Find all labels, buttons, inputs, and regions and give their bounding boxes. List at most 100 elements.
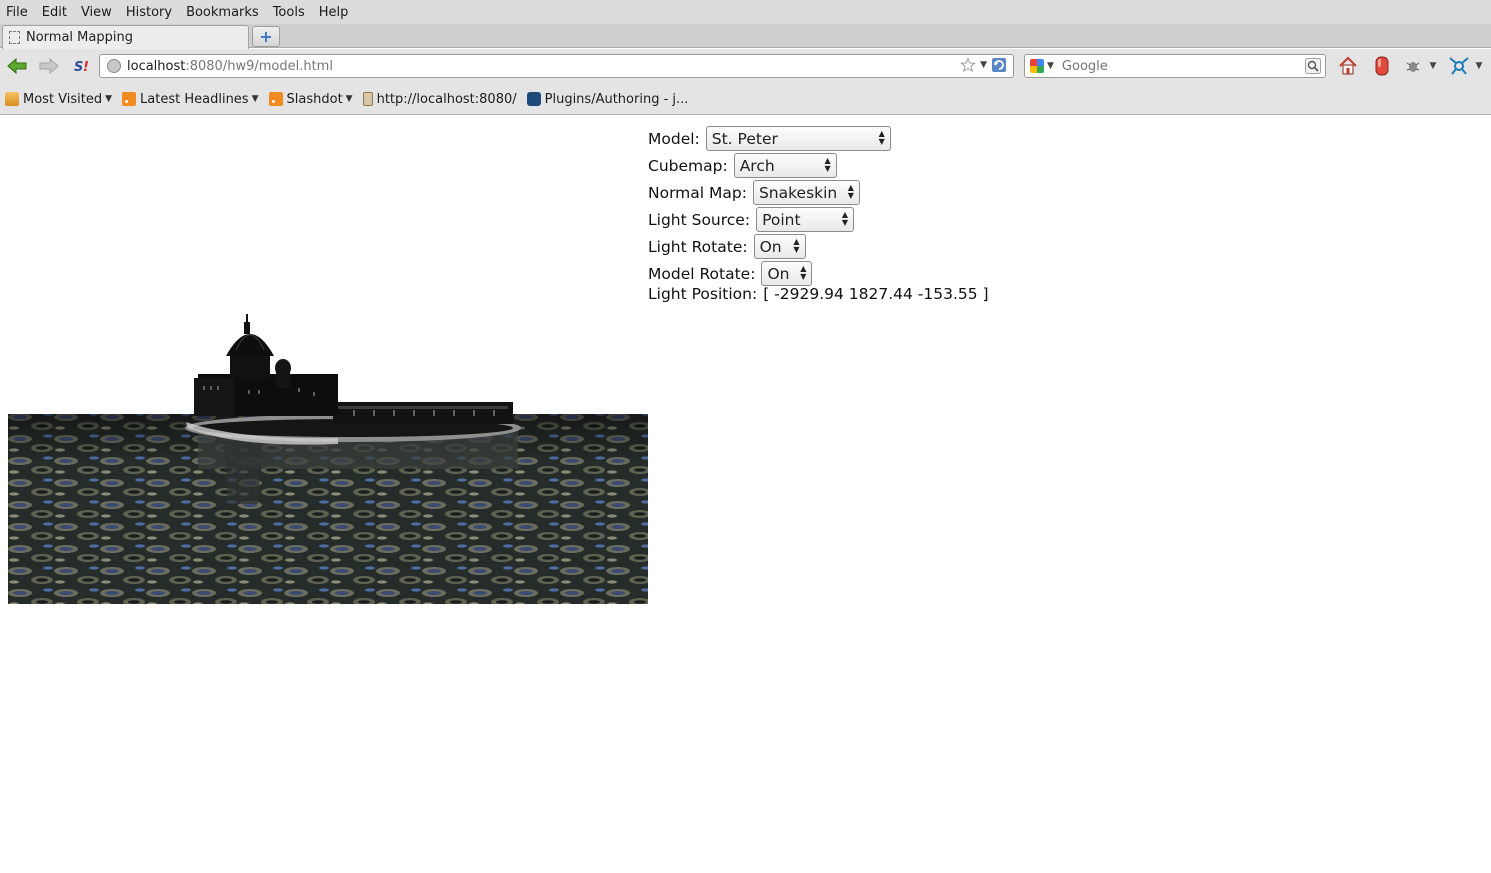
- normal-map-value: Snakeskin: [758, 183, 838, 202]
- blender-icon: [526, 92, 541, 106]
- model-row: Model: St. Peter ▲ ▼: [648, 125, 989, 152]
- cubemap-label: Cubemap:: [648, 156, 728, 175]
- light-source-value: Point: [762, 210, 801, 229]
- tab-strip: Normal Mapping +: [0, 24, 1491, 49]
- light-rotate-value: On: [759, 237, 782, 256]
- light-position-value: [ -2929.94 1827.44 -153.55 ]: [763, 285, 989, 303]
- menu-bar: File Edit View History Bookmarks Tools H…: [0, 0, 1491, 24]
- tab-title: Normal Mapping: [26, 30, 133, 45]
- home-button[interactable]: [1337, 56, 1359, 76]
- select-arrows-icon: ▲ ▼: [847, 183, 854, 200]
- model-label: Model:: [648, 129, 700, 148]
- back-arrow-icon: [7, 57, 27, 75]
- folder-icon: [5, 92, 19, 106]
- tab-normal-mapping[interactable]: Normal Mapping: [2, 25, 249, 49]
- model-rotate-value: On: [767, 264, 790, 283]
- light-source-row: Light Source: Point ▲ ▼: [648, 206, 989, 233]
- webgl-canvas[interactable]: [8, 124, 648, 604]
- cubemap-row: Cubemap: Arch ▲ ▼: [648, 152, 989, 179]
- menu-help[interactable]: Help: [319, 5, 349, 20]
- url-history-dropdown-icon[interactable]: ▼: [980, 60, 987, 70]
- bookmark-label: Most Visited: [23, 91, 103, 107]
- normal-map-row: Normal Map: Snakeskin ▲ ▼: [648, 179, 989, 206]
- cubemap-value: Arch: [739, 156, 775, 175]
- bookmark-label: Slashdot: [286, 91, 343, 107]
- model-rotate-select[interactable]: On ▲ ▼: [761, 261, 813, 286]
- menu-view[interactable]: View: [81, 5, 112, 20]
- star-bookmark-icon[interactable]: [960, 57, 976, 73]
- forward-button[interactable]: [38, 56, 60, 76]
- red-capsule-icon: [1375, 56, 1389, 76]
- svg-text:S: S: [74, 60, 83, 75]
- extension-button-red[interactable]: [1372, 56, 1392, 76]
- menu-bookmarks[interactable]: Bookmarks: [186, 5, 259, 20]
- page-content: Model: St. Peter ▲ ▼ Cubemap: Arch ▲ ▼ Nor…: [0, 116, 1491, 873]
- normal-map-label: Normal Map:: [648, 183, 747, 202]
- stumbleupon-button[interactable]: S !: [71, 56, 93, 76]
- colonnade-cornice: [338, 406, 508, 409]
- google-engine-icon[interactable]: [1030, 59, 1044, 73]
- side-dome-cap: [275, 359, 291, 377]
- model-rotate-label: Model Rotate:: [648, 264, 756, 283]
- bookmark-most-visited[interactable]: Most Visited ▼: [5, 92, 112, 107]
- controls-panel: Model: St. Peter ▲ ▼ Cubemap: Arch ▲ ▼ Nor…: [648, 125, 989, 304]
- light-source-label: Light Source:: [648, 210, 751, 229]
- bookmark-latest-headlines[interactable]: Latest Headlines ▼: [122, 91, 259, 107]
- network-dropdown-icon[interactable]: ▼: [1476, 61, 1483, 71]
- firebug-dropdown-icon[interactable]: ▼: [1430, 61, 1437, 71]
- light-source-select[interactable]: Point ▲ ▼: [756, 207, 855, 232]
- select-arrows-icon: ▲ ▼: [841, 210, 849, 227]
- plus-icon: +: [259, 27, 273, 46]
- cubemap-select[interactable]: Arch ▲ ▼: [733, 153, 837, 178]
- menu-file[interactable]: File: [6, 5, 28, 20]
- select-arrows-icon: ▲ ▼: [793, 237, 800, 254]
- stumbleupon-icon: S !: [74, 60, 89, 75]
- model-rotate-row: Model Rotate: On ▲ ▼: [648, 260, 989, 287]
- network-extension-button[interactable]: ▼: [1446, 56, 1484, 76]
- forward-arrow-icon: [39, 57, 59, 75]
- url-path: :8080/hw9/model.html: [185, 58, 333, 74]
- select-arrows-icon: ▲ ▼: [824, 156, 831, 173]
- firebug-button[interactable]: ▼: [1403, 56, 1437, 76]
- menu-tools[interactable]: Tools: [273, 5, 305, 20]
- normal-map-select[interactable]: Snakeskin ▲ ▼: [752, 180, 860, 205]
- light-position-label: Light Position:: [648, 285, 758, 303]
- rss-icon: [122, 92, 137, 106]
- menu-edit[interactable]: Edit: [42, 5, 67, 20]
- search-engine-dropdown-icon[interactable]: ▼: [1047, 61, 1054, 71]
- bookmarks-toolbar: Most Visited ▼ Latest Headlines ▼ Slashd…: [0, 84, 1491, 115]
- blank-page-icon: [9, 31, 20, 44]
- search-bar[interactable]: ▼: [1024, 54, 1326, 78]
- url-host: localhost: [127, 58, 186, 74]
- site-identity-icon[interactable]: [107, 59, 121, 73]
- search-icon[interactable]: [1305, 58, 1321, 74]
- select-arrows-icon: ▲ ▼: [878, 129, 885, 146]
- dome-cross: [246, 314, 248, 324]
- bookmark-label: Plugins/Authoring - j...: [544, 91, 689, 107]
- light-rotate-label: Light Rotate:: [648, 237, 748, 256]
- main-dome: [226, 334, 274, 356]
- reload-icon[interactable]: [991, 57, 1007, 73]
- light-position-row: Light Position: [ -2929.94 1827.44 -153.…: [648, 284, 989, 304]
- light-rotate-row: Light Rotate: On ▲ ▼: [648, 233, 989, 260]
- model-select[interactable]: St. Peter ▲ ▼: [705, 126, 891, 151]
- network-icon: [1448, 57, 1469, 75]
- menu-history[interactable]: History: [126, 5, 172, 20]
- new-tab-button[interactable]: +: [252, 26, 280, 47]
- chevron-down-icon: ▼: [345, 94, 353, 104]
- home-icon: [1339, 56, 1357, 75]
- bookmark-plugins-authoring[interactable]: Plugins/Authoring - j...: [526, 91, 689, 107]
- basilica-facade: [194, 378, 234, 416]
- colonnade-wing: [333, 402, 513, 424]
- bookmark-slashdot[interactable]: Slashdot ▼: [268, 91, 353, 107]
- light-rotate-select[interactable]: On ▲ ▼: [753, 234, 806, 259]
- rss-icon: [268, 92, 283, 106]
- url-bar[interactable]: localhost:8080/hw9/model.html ▼: [99, 54, 1014, 78]
- svg-text:!: !: [83, 60, 89, 75]
- back-button[interactable]: [6, 56, 28, 76]
- bug-icon: [1406, 62, 1419, 72]
- select-arrows-icon: ▲ ▼: [800, 264, 807, 281]
- bookmark-localhost[interactable]: http://localhost:8080/: [362, 92, 517, 107]
- bookmark-label: Latest Headlines: [140, 91, 249, 107]
- search-input[interactable]: [1061, 58, 1302, 74]
